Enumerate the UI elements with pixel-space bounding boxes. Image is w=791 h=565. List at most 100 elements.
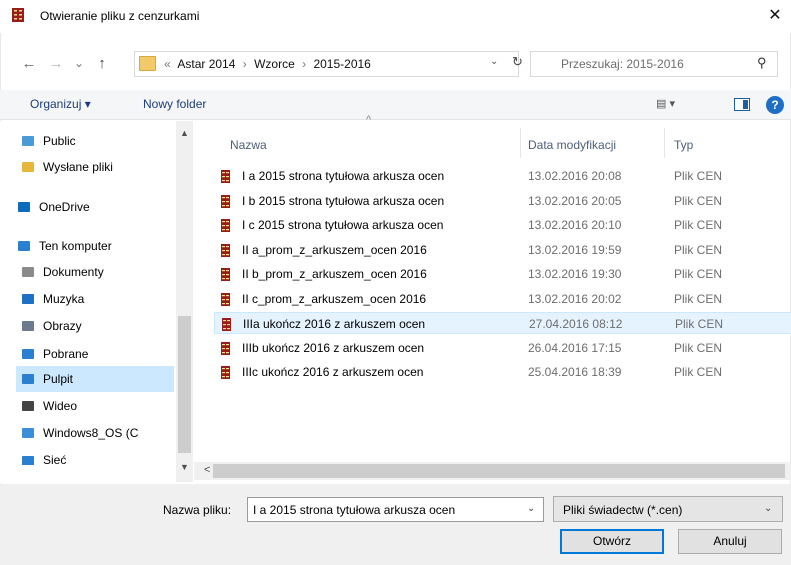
open-button[interactable]: Otwórz xyxy=(560,529,664,554)
column-header-type[interactable]: Typ xyxy=(674,138,693,152)
column-divider[interactable] xyxy=(664,128,665,158)
desktop-icon xyxy=(20,371,36,387)
file-row[interactable]: IIIc ukończ 2016 z arkuszem ocen 25.04.20… xyxy=(214,361,791,383)
scroll-down-icon[interactable]: ▼ xyxy=(180,462,189,472)
file-date: 13.02.2016 20:10 xyxy=(528,218,622,232)
file-type: Plik CEN xyxy=(674,340,723,355)
breadcrumb-item[interactable]: Wzorce xyxy=(254,57,295,71)
breadcrumb-item[interactable]: 2015-2016 xyxy=(313,57,370,71)
file-row[interactable]: I c 2015 strona tytułowa arkusza ocen 13.… xyxy=(214,214,791,236)
sidebar-item-label: Pulpit xyxy=(43,372,74,386)
sidebar-item-label: Public xyxy=(43,134,76,148)
file-date: 13.02.2016 20:02 xyxy=(528,291,622,306)
file-date: 13.02.2016 19:59 xyxy=(528,242,622,257)
file-type: Plik CEN xyxy=(674,193,723,208)
up-folder-button[interactable]: ↑ xyxy=(92,53,112,75)
app-icon xyxy=(12,8,24,22)
file-date: 13.02.2016 19:30 xyxy=(528,267,622,281)
sidebar-item-muzyka[interactable]: Muzyka xyxy=(20,286,190,312)
drive-icon xyxy=(20,425,36,441)
public-folder-icon xyxy=(20,133,36,149)
sidebar-item-obrazy[interactable]: Obrazy xyxy=(20,313,190,339)
sidebar-item-wys-ane-pliki[interactable]: Wysłane pliki xyxy=(20,154,190,180)
cen-file-icon xyxy=(221,292,230,306)
file-type: Plik CEN xyxy=(674,365,723,379)
breadcrumb-overflow[interactable]: « xyxy=(164,57,171,71)
sidebar-item-windows8-os-c[interactable]: Windows8_OS (C xyxy=(20,420,190,446)
preview-pane-icon[interactable] xyxy=(734,98,750,111)
horizontal-scrollbar-thumb[interactable] xyxy=(213,464,785,478)
file-type-dropdown-icon[interactable]: ⌄ xyxy=(764,503,772,514)
column-header-date[interactable]: Data modyfikacji xyxy=(528,138,616,152)
file-row[interactable]: II a_prom_z_arkuszem_ocen 2016 13.02.2016… xyxy=(214,239,791,261)
sidebar-item-ten-komputer[interactable]: Ten komputer xyxy=(16,233,186,259)
breadcrumb-separator[interactable]: › xyxy=(243,57,247,71)
file-type-value[interactable]: Pliki świadectw (*.cen) xyxy=(563,503,682,517)
file-date: 13.02.2016 20:05 xyxy=(528,193,622,208)
forward-button[interactable]: → xyxy=(46,53,66,75)
cancel-button[interactable]: Anuluj xyxy=(678,529,782,554)
organize-button[interactable]: Organizuj ▾ xyxy=(30,97,91,111)
change-view-icon[interactable]: ▤ ▾ xyxy=(656,97,675,110)
video-icon xyxy=(20,398,36,414)
file-type: Plik CEN xyxy=(674,242,723,257)
file-name: II b_prom_z_arkuszem_ocen 2016 xyxy=(242,267,427,281)
sidebar-item-label: Ten komputer xyxy=(39,239,112,253)
sidebar-item-onedrive[interactable]: OneDrive xyxy=(16,194,186,220)
scroll-left-icon[interactable]: < xyxy=(204,464,210,476)
cen-file-icon xyxy=(221,366,230,379)
window-title: Otwieranie pliku z cenzurkami xyxy=(40,9,200,23)
file-name-value[interactable]: I a 2015 strona tytułowa arkusza ocen xyxy=(253,503,455,517)
breadcrumb-separator[interactable]: › xyxy=(302,57,306,71)
file-row[interactable]: II c_prom_z_arkuszem_ocen 2016 13.02.2016… xyxy=(214,288,791,310)
sidebar-item-public[interactable]: Public xyxy=(20,128,190,154)
sidebar-item-dokumenty[interactable]: Dokumenty xyxy=(20,259,190,285)
breadcrumb: « Astar 2014 › Wzorce › 2015-2016 xyxy=(164,57,375,71)
file-row[interactable]: I a 2015 strona tytułowa arkusza ocen 13.… xyxy=(214,165,791,187)
music-icon xyxy=(20,291,36,307)
new-folder-button[interactable]: Nowy folder xyxy=(143,97,206,111)
close-button[interactable]: ✕ xyxy=(760,4,790,28)
breadcrumb-item[interactable]: Astar 2014 xyxy=(177,57,235,71)
file-name-dropdown-icon[interactable]: ⌄ xyxy=(527,503,535,514)
cen-file-icon xyxy=(221,243,230,257)
sidebar-item-sie[interactable]: Sieć xyxy=(20,453,190,465)
sidebar-item-label: Muzyka xyxy=(43,292,85,306)
help-icon[interactable]: ? xyxy=(766,96,784,114)
file-type: Plik CEN xyxy=(674,169,723,183)
file-row[interactable]: II b_prom_z_arkuszem_ocen 2016 13.02.2016… xyxy=(214,263,791,285)
file-name: IIIb ukończ 2016 z arkuszem ocen xyxy=(242,340,425,355)
file-type: Plik CEN xyxy=(674,291,723,306)
back-button[interactable]: ← xyxy=(18,53,40,75)
documents-icon xyxy=(20,264,36,280)
file-name: I a 2015 strona tytułowa arkusza ocen xyxy=(242,169,445,183)
cloud-icon xyxy=(16,199,32,215)
address-dropdown-icon[interactable]: ⌄ xyxy=(490,56,498,67)
network-icon xyxy=(20,453,36,465)
file-row[interactable]: IIIa ukończ 2016 z arkuszem ocen 27.04.20… xyxy=(214,312,791,334)
scroll-up-icon[interactable]: ▲ xyxy=(180,128,189,138)
file-row[interactable]: IIIb ukończ 2016 z arkuszem ocen 26.04.20… xyxy=(214,337,791,359)
search-icon[interactable]: ⚲ xyxy=(757,55,767,71)
recent-locations-button[interactable]: ⌄ xyxy=(72,52,86,74)
column-divider[interactable] xyxy=(520,128,521,158)
file-row[interactable]: I b 2015 strona tytułowa arkusza ocen 13.… xyxy=(214,190,791,212)
refresh-icon[interactable]: ↻ xyxy=(512,54,523,70)
cen-file-icon xyxy=(221,170,230,183)
file-name: IIIc ukończ 2016 z arkuszem ocen xyxy=(242,365,424,379)
sidebar-item-wideo[interactable]: Wideo xyxy=(20,393,190,419)
nav-scrollbar-thumb[interactable] xyxy=(178,316,191,453)
file-type: Plik CEN xyxy=(674,218,723,232)
open-button-label: Otwórz xyxy=(592,534,631,548)
cen-file-icon xyxy=(221,268,230,281)
folder-icon xyxy=(139,56,156,71)
pictures-icon xyxy=(20,318,36,334)
downloads-icon xyxy=(20,346,36,362)
file-name-label: Nazwa pliku: xyxy=(163,503,232,517)
sent-files-icon xyxy=(20,159,36,175)
column-header-name[interactable]: Nazwa xyxy=(230,138,267,152)
cen-file-icon xyxy=(221,219,230,232)
sidebar-item-pulpit[interactable]: Pulpit xyxy=(16,366,174,392)
cen-file-icon xyxy=(221,194,230,208)
sidebar-item-pobrane[interactable]: Pobrane xyxy=(20,341,190,367)
